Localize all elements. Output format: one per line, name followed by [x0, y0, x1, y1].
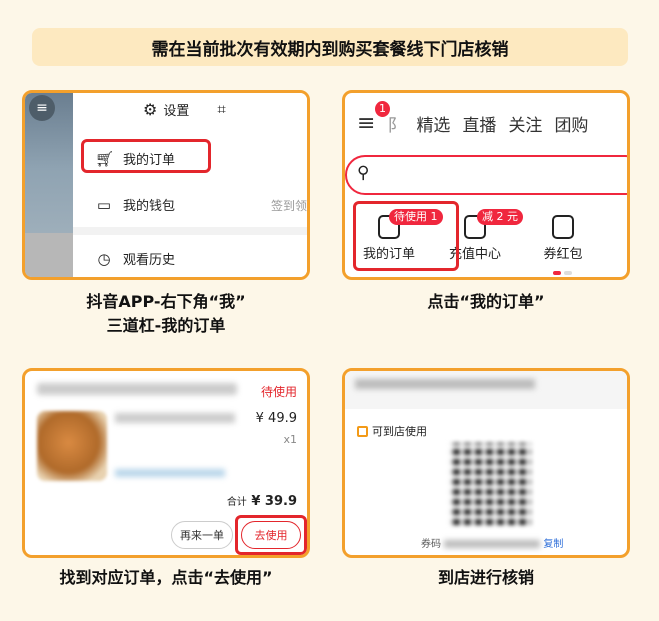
checkin-text: 签到领: [270, 199, 307, 213]
highlight-box: [353, 201, 459, 271]
search-icon: ⚲: [357, 163, 370, 183]
step1-caption: 抖音APP-右下角“我” 三道杠-我的订单: [16, 290, 316, 338]
coupon-label: 券红包: [543, 247, 583, 262]
coupon-item[interactable]: 券红包: [523, 215, 603, 262]
order-title-blurred: [355, 379, 535, 389]
product-image: [37, 411, 107, 481]
nav-tab-live[interactable]: 直播: [462, 111, 496, 136]
settings-row[interactable]: ⚙ 设置 ⌗: [143, 97, 226, 121]
menu-icon[interactable]: ≡: [357, 111, 375, 136]
page-dot: [553, 271, 561, 275]
divider: [73, 227, 307, 235]
usable-label: 可到店使用: [372, 425, 427, 438]
scan-icon[interactable]: ⌗: [217, 100, 225, 118]
nav-tab-partial[interactable]: 阝: [387, 111, 404, 136]
qr-code: [449, 443, 531, 525]
highlight-box: [235, 515, 307, 555]
side-lower-block: [25, 233, 73, 277]
step4-caption: 到店进行核销: [437, 568, 534, 587]
settings-label: 设置: [163, 103, 190, 119]
top-nav: ≡ 阝 精选 直播 关注 团购: [357, 111, 588, 136]
history-label: 观看历史: [123, 253, 176, 268]
step3-screenshot: 待使用 ¥ 49.9 x1 合计 ¥ 39.9 再来一单 去使用: [22, 368, 310, 558]
store-icon: [357, 425, 368, 437]
page-dot: [564, 271, 572, 275]
step2-caption: 点击“我的订单”: [427, 292, 545, 311]
nav-tab-follow[interactable]: 关注: [508, 111, 542, 136]
discount-badge: 减 2 元: [477, 209, 523, 225]
side-background: ≡: [25, 93, 73, 277]
menu-icon[interactable]: ≡: [29, 95, 55, 121]
step1-screenshot: ≡ ⚙ 设置 ⌗ 🛒︎ 我的订单 ▭ 我的钱包 签到领 ◷ 观看历史: [22, 90, 310, 280]
quantity: x1: [283, 433, 297, 446]
clock-icon: ◷: [97, 249, 111, 268]
order-total: 合计 ¥ 39.9: [227, 493, 297, 509]
search-bar[interactable]: ⚲: [345, 155, 627, 195]
menu-item-wallet[interactable]: ▭ 我的钱包: [95, 195, 176, 215]
total-label: 合计: [226, 497, 247, 508]
product-title-blurred: [115, 413, 235, 423]
wallet-label: 我的钱包: [123, 199, 176, 214]
usable-label-row: 可到店使用: [357, 423, 427, 439]
nav-tab-featured[interactable]: 精选: [416, 111, 450, 136]
tag-blurred: [115, 469, 225, 477]
step4-screenshot: 可到店使用 券码 复制: [342, 368, 630, 558]
copy-link[interactable]: 复制: [543, 539, 563, 550]
menu-item-history[interactable]: ◷ 观看历史: [95, 249, 176, 269]
code-label: 券码: [421, 539, 441, 550]
coupon-icon: [552, 215, 574, 239]
order-header: [345, 371, 627, 409]
order-status: 待使用: [260, 385, 297, 399]
caption-line-1: 抖音APP-右下角“我”: [86, 292, 246, 311]
reorder-button[interactable]: 再来一单: [171, 521, 233, 549]
step3-caption: 找到对应订单，点击“去使用”: [59, 568, 273, 587]
instruction-banner: 需在当前批次有效期内到购买套餐线下门店核销: [32, 28, 628, 66]
unit-price: ¥ 49.9: [255, 411, 297, 426]
notification-badge: 1: [375, 101, 390, 117]
nav-tab-groupbuy[interactable]: 团购: [554, 111, 588, 136]
banner-title: 需在当前批次有效期内到购买套餐线下门店核销: [151, 39, 509, 60]
gear-icon: ⚙: [143, 99, 158, 119]
shop-name-blurred: [37, 383, 237, 395]
step2-screenshot: ≡ 阝 精选 直播 关注 团购 1 ⚲ 我的订单 充值中心 券红包 待使用 1 …: [342, 90, 630, 280]
code-value-blurred: [444, 540, 541, 548]
voucher-code-row: 券码 复制: [421, 535, 563, 550]
total-value: ¥ 39.9: [251, 494, 297, 509]
caption-line-2: 三道杠-我的订单: [106, 316, 226, 335]
highlight-box: [81, 139, 211, 173]
wallet-icon: ▭: [96, 195, 112, 214]
